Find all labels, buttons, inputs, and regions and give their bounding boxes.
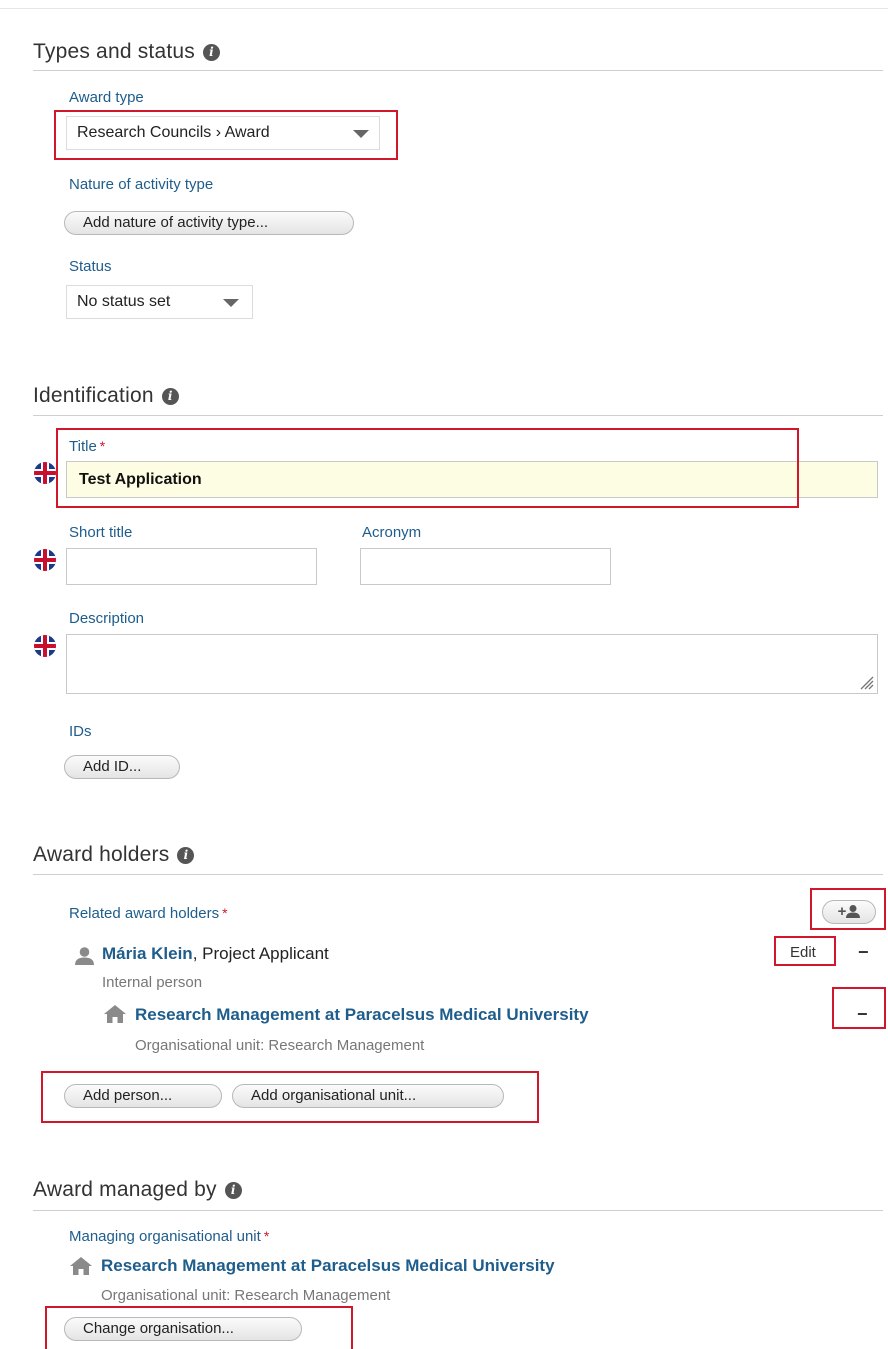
add-nature-activity-button[interactable]: Add nature of activity type...	[64, 211, 354, 235]
info-icon[interactable]: i	[161, 388, 179, 405]
person-icon	[75, 947, 94, 965]
section-identification: Identification i	[33, 384, 179, 408]
status-value: No status set	[77, 293, 171, 310]
edit-link[interactable]: Edit	[790, 944, 816, 961]
person-entry: Mária Klein, Project Applicant	[102, 944, 329, 964]
ids-label: IDs	[69, 723, 92, 740]
description-label: Description	[69, 610, 145, 627]
person-link[interactable]: Mária Klein	[102, 944, 193, 963]
info-icon[interactable]: i	[202, 44, 220, 61]
section-divider	[33, 415, 883, 416]
award-type-label: Award type	[69, 89, 144, 106]
person-role: , Project Applicant	[192, 944, 329, 963]
managing-org-link[interactable]: Research Management at Paracelsus Medica…	[101, 1256, 555, 1276]
status-label: Status	[69, 258, 112, 275]
managing-org-type: Organisational unit: Research Management	[101, 1287, 391, 1304]
change-organisation-button[interactable]: Change organisation...	[64, 1317, 302, 1341]
section-divider	[33, 1210, 883, 1211]
section-award-holders: Award holders i	[33, 843, 195, 867]
top-divider	[0, 8, 888, 9]
managing-org-label: Managing organisational unit *	[69, 1228, 270, 1245]
section-divider	[33, 874, 883, 875]
section-title: Identification	[33, 384, 154, 407]
info-icon[interactable]: i	[177, 847, 195, 864]
remove-person-button[interactable]: −	[858, 942, 869, 963]
award-type-select[interactable]: Research Councils › Award	[66, 116, 380, 150]
section-award-managed-by: Award managed by i	[33, 1178, 242, 1202]
org-type: Organisational unit: Research Management	[135, 1037, 425, 1054]
section-title: Award managed by	[33, 1178, 217, 1201]
uk-flag-icon[interactable]	[34, 635, 56, 657]
short-title-input[interactable]	[66, 548, 317, 585]
building-icon	[104, 1005, 126, 1023]
section-divider	[33, 70, 883, 71]
section-title: Award holders	[33, 843, 170, 866]
info-icon[interactable]: i	[224, 1182, 242, 1199]
section-types-status: Types and status i	[33, 40, 220, 64]
short-title-label: Short title	[69, 524, 133, 541]
acronym-input[interactable]	[360, 548, 611, 585]
highlight-box	[56, 428, 799, 508]
person-type: Internal person	[102, 974, 203, 991]
resize-grip-icon[interactable]	[858, 674, 874, 690]
award-type-value: Research Councils › Award	[77, 124, 270, 141]
org-link[interactable]: Research Management at Paracelsus Medica…	[135, 1005, 589, 1025]
dropdown-caret-icon	[223, 299, 239, 307]
dropdown-caret-icon	[353, 130, 369, 138]
related-award-holders-label: Related award holders *	[69, 905, 228, 922]
person-icon	[846, 905, 861, 918]
add-person-button[interactable]: Add person...	[64, 1084, 222, 1108]
status-select[interactable]: No status set	[66, 285, 253, 319]
building-icon	[70, 1257, 92, 1275]
acronym-label: Acronym	[362, 524, 422, 541]
uk-flag-icon[interactable]	[34, 462, 56, 484]
remove-org-button[interactable]: −	[857, 1004, 868, 1025]
nature-activity-label: Nature of activity type	[69, 176, 214, 193]
add-org-unit-button[interactable]: Add organisational unit...	[232, 1084, 504, 1108]
description-textarea[interactable]	[66, 634, 878, 694]
add-id-button[interactable]: Add ID...	[64, 755, 180, 779]
add-person-icon[interactable]: +	[822, 900, 876, 924]
section-title: Types and status	[33, 40, 195, 63]
uk-flag-icon[interactable]	[34, 549, 56, 571]
